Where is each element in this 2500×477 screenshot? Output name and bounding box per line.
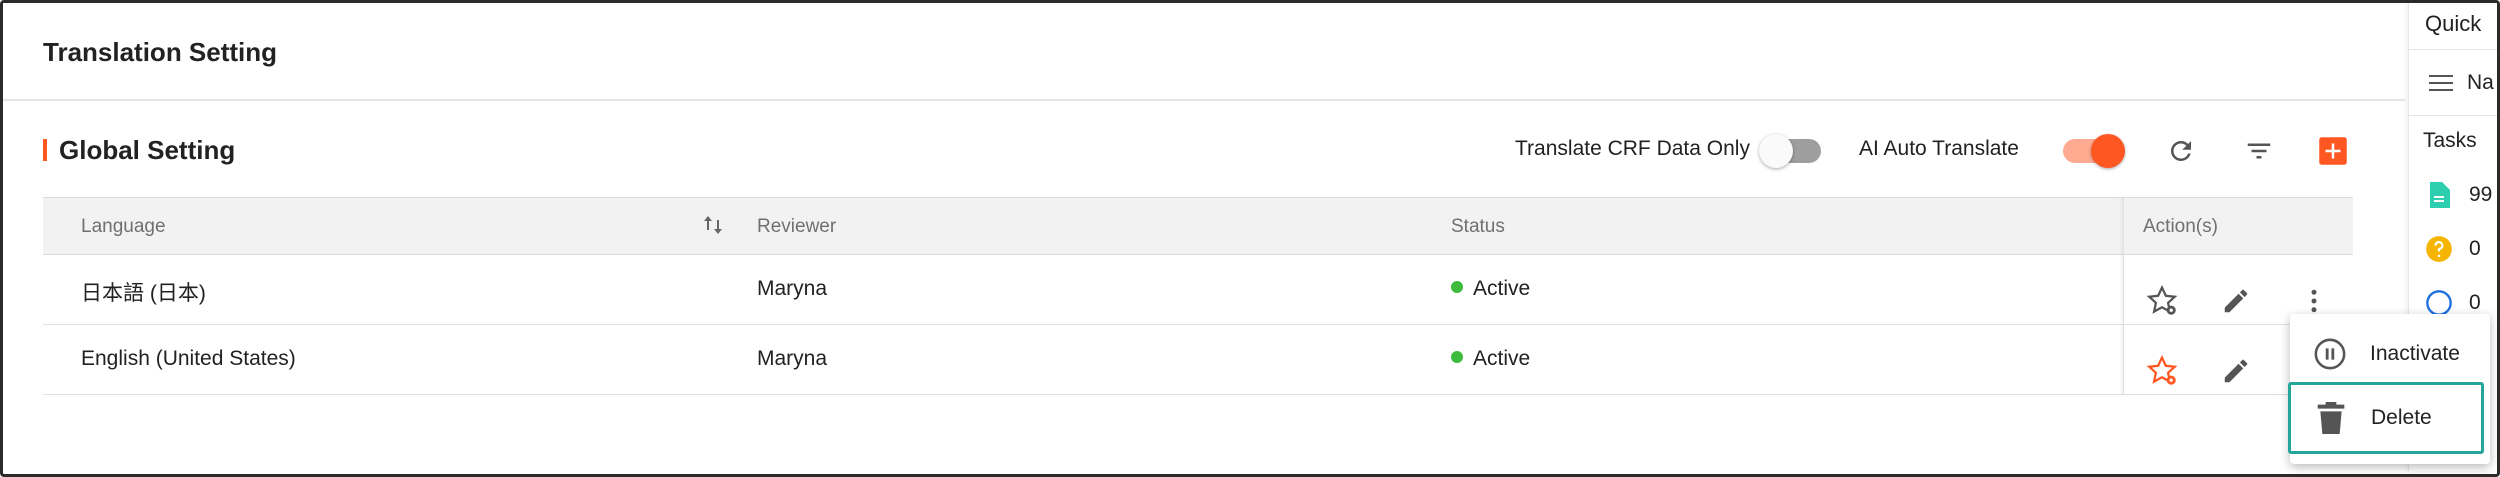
ai-auto-translate-toggle[interactable] <box>2063 134 2125 168</box>
table-row: English (United States) Maryna Active <box>43 325 2353 395</box>
column-header-status: Status <box>1451 216 1505 237</box>
delete-label: Delete <box>2371 406 2432 429</box>
page-title: Translation Setting <box>43 37 278 67</box>
refresh-icon[interactable] <box>2161 131 2201 171</box>
status-dot <box>1451 351 1463 364</box>
task-count[interactable]: 0 <box>2469 291 2481 315</box>
set-default-star-icon[interactable] <box>2142 281 2182 321</box>
sort-icon[interactable] <box>703 214 723 242</box>
section-accent-bar <box>43 139 47 161</box>
row-actions-menu: Inactivate Delete <box>2288 314 2490 464</box>
side-divider <box>2409 115 2497 116</box>
edit-pencil-icon[interactable] <box>2216 351 2256 391</box>
translate-crf-label: Translate CRF Data Only <box>1515 137 1750 160</box>
side-divider <box>2409 49 2497 50</box>
side-nav-label[interactable]: Na <box>2467 71 2494 95</box>
tasks-label: Tasks <box>2423 129 2477 152</box>
status-dot <box>1451 281 1463 294</box>
inactivate-label: Inactivate <box>2370 342 2460 365</box>
reviewer-cell: Maryna <box>757 277 828 300</box>
default-star-icon[interactable] <box>2142 351 2182 391</box>
inactivate-menu-item[interactable]: Inactivate <box>2290 318 2490 390</box>
column-header-language: Language <box>81 216 166 237</box>
translate-crf-toggle[interactable] <box>1759 134 1821 168</box>
filter-icon[interactable] <box>2239 131 2279 171</box>
toggle-knob <box>1759 134 1793 168</box>
reviewer-cell: Maryna <box>757 347 828 370</box>
header-divider <box>3 99 2405 101</box>
pause-circle-icon <box>2310 334 2350 374</box>
edit-pencil-icon[interactable] <box>2216 281 2256 321</box>
language-cell: English (United States) <box>81 347 296 370</box>
trash-icon <box>2311 398 2351 438</box>
document-icon <box>2425 181 2453 209</box>
toggle-knob <box>2091 134 2125 168</box>
delete-menu-item[interactable]: Delete <box>2288 382 2484 454</box>
status-cell: Active <box>1451 347 1530 371</box>
language-table: Language Reviewer Status Action(s) 日本語 (… <box>43 197 2353 395</box>
task-count[interactable]: 0 <box>2469 237 2481 261</box>
section-title: Global Setting <box>59 135 236 165</box>
translation-setting-panel: Translation Setting Global Setting Trans… <box>3 3 2405 471</box>
status-cell: Active <box>1451 277 1530 301</box>
table-header: Language Reviewer Status Action(s) <box>43 197 2353 255</box>
task-count[interactable]: 99 <box>2469 183 2492 207</box>
help-circle-icon <box>2425 289 2453 317</box>
language-cell: 日本語 (日本) <box>81 282 206 305</box>
status-text: Active <box>1473 277 1531 300</box>
add-icon[interactable] <box>2313 131 2353 171</box>
menu-lines-icon[interactable] <box>2427 69 2455 97</box>
ai-auto-translate-label: AI Auto Translate <box>1859 137 2019 160</box>
question-icon <box>2425 235 2453 263</box>
table-row: 日本語 (日本) Maryna Active <box>43 255 2353 325</box>
status-text: Active <box>1473 347 1531 370</box>
column-header-reviewer: Reviewer <box>757 216 837 237</box>
side-panel-title: Quick <box>2425 11 2482 36</box>
